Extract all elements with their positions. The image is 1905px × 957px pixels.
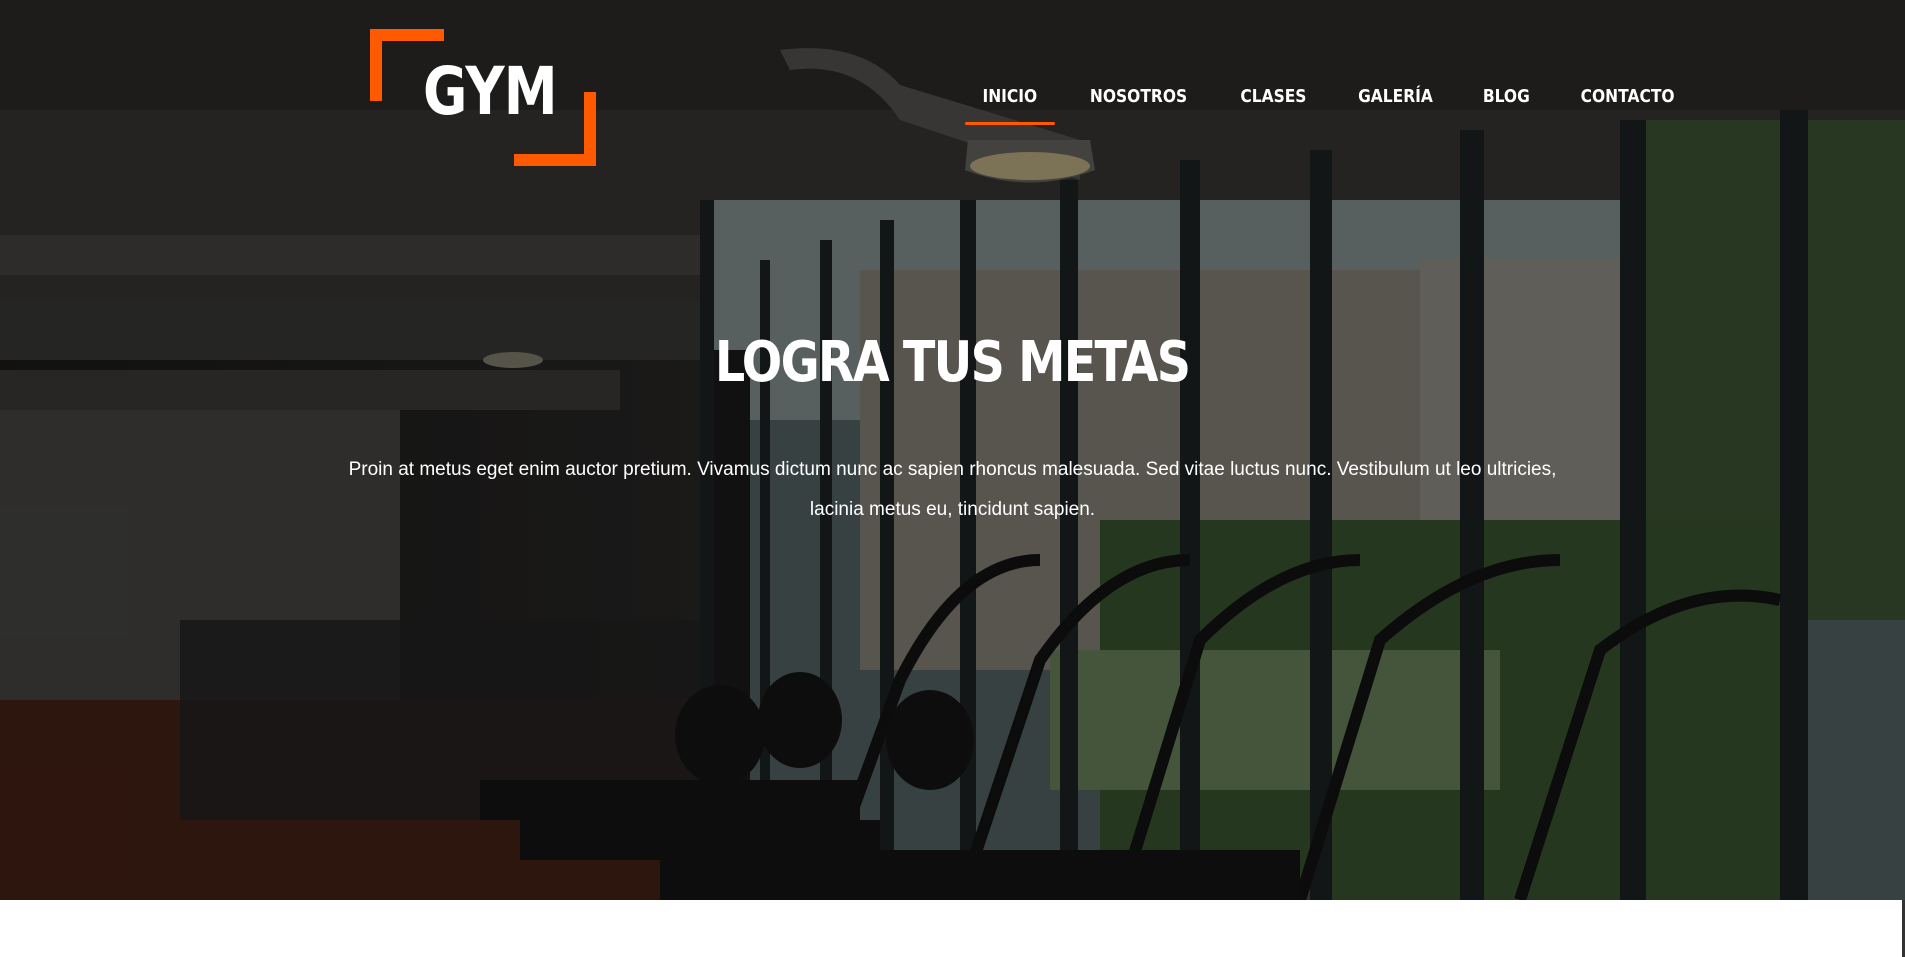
- page-content-start: [0, 900, 1905, 957]
- nav-item-contacto[interactable]: CONTACTO: [1564, 82, 1692, 125]
- nav-item-inicio[interactable]: INICIO: [965, 82, 1055, 125]
- main-nav: INICIO NOSOTROS CLASES GALERÍA BLOG CONT…: [958, 82, 1702, 125]
- logo[interactable]: GYM: [370, 29, 596, 166]
- nav-item-blog[interactable]: BLOG: [1465, 82, 1546, 125]
- hero-description: Proin at metus eget enim auctor pretium.…: [348, 459, 1557, 520]
- site-header: GYM INICIO NOSOTROS CLASES GALERÍA BLOG …: [0, 0, 1905, 180]
- nav-item-clases[interactable]: CLASES: [1223, 82, 1323, 125]
- hero-title: LOGRA TUS METAS: [0, 330, 1905, 395]
- hero-title-text: LOGRA TUS METAS: [715, 330, 1191, 395]
- nav-item-galeria[interactable]: GALERÍA: [1340, 82, 1449, 125]
- hero-section: GYM INICIO NOSOTROS CLASES GALERÍA BLOG …: [0, 0, 1905, 900]
- logo-text: GYM: [423, 53, 558, 130]
- nav-item-nosotros[interactable]: NOSOTROS: [1072, 82, 1204, 125]
